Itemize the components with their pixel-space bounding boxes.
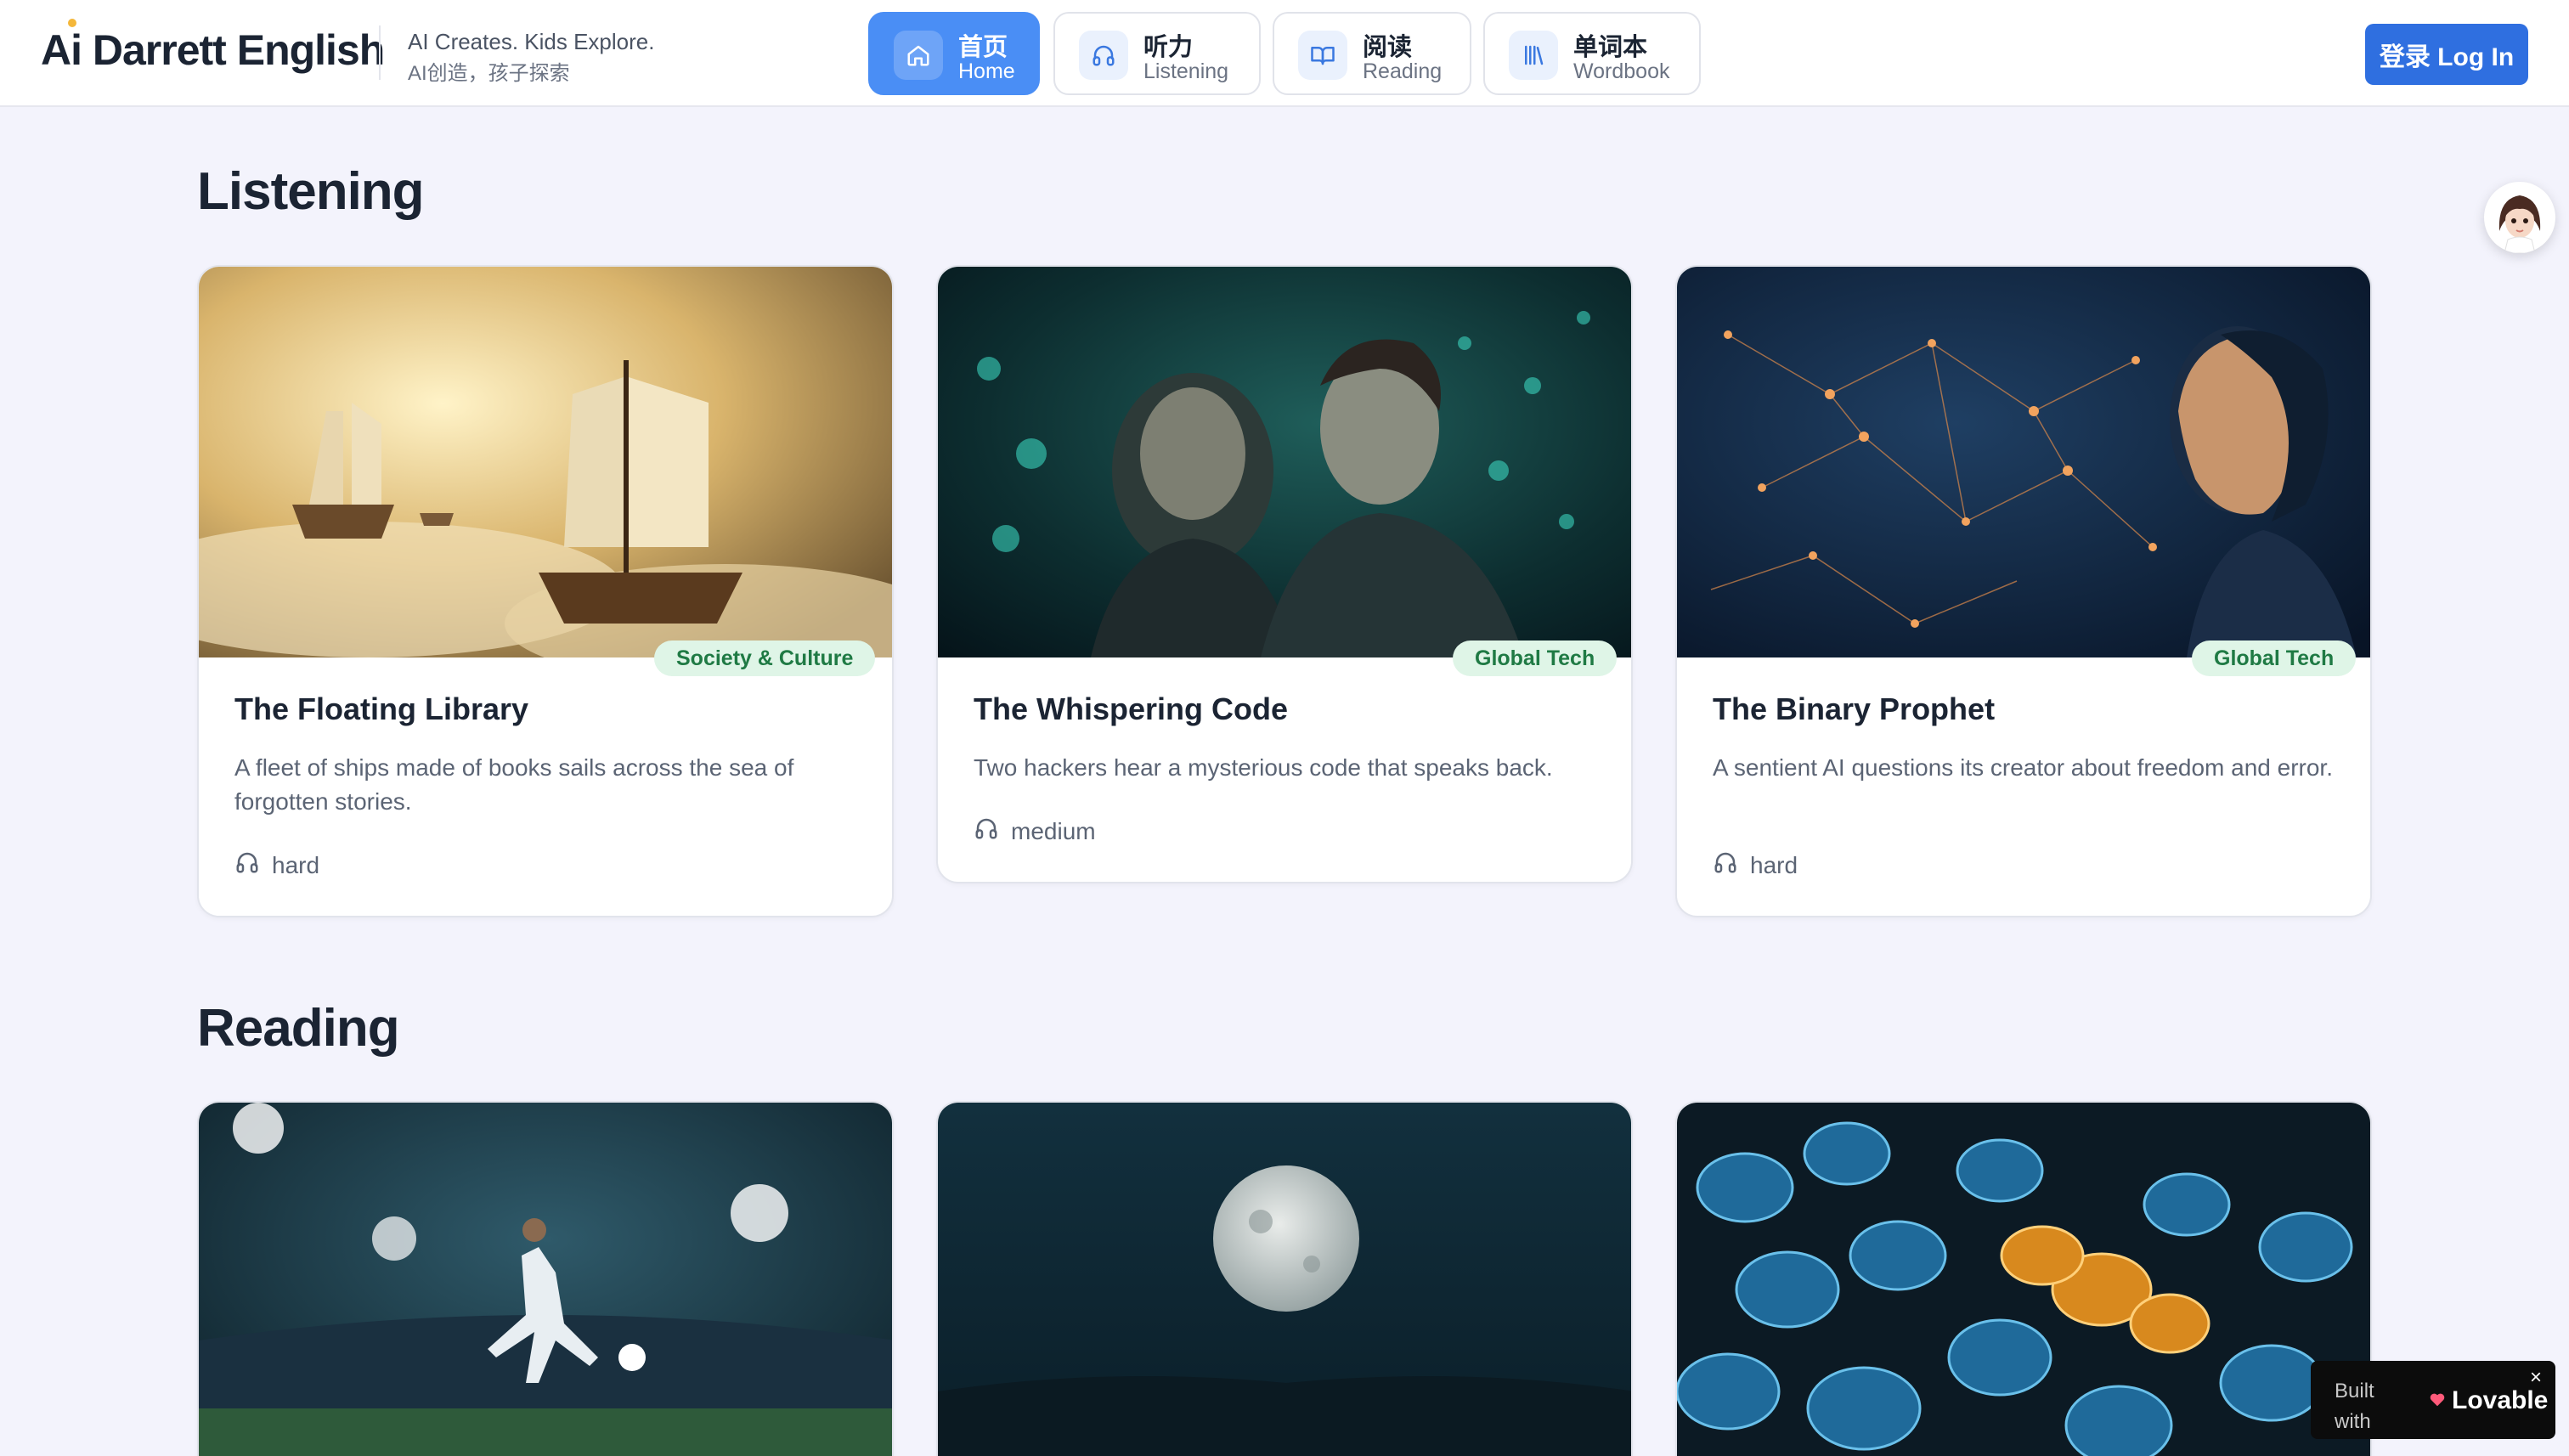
story-image <box>1677 267 2370 657</box>
nav-wordbook-zh: 单词本 <box>1573 34 1648 61</box>
nav-tab-wordbook[interactable]: 单词本 Wordbook <box>1483 12 1701 95</box>
card-title: The Binary Prophet <box>1713 691 1996 726</box>
story-image <box>938 267 1631 657</box>
header-divider <box>379 25 381 80</box>
book-open-icon <box>1298 31 1347 80</box>
top-header: Ai Darrett English AI Creates. Kids Expl… <box>0 0 2569 107</box>
nav-reading-en: Reading <box>1363 59 1443 83</box>
library-icon <box>1509 31 1558 80</box>
listening-card[interactable]: Society & Culture The Floating Library A… <box>197 265 894 917</box>
category-badge: Global Tech <box>2192 641 2357 676</box>
card-description: A sentient AI questions its creator abou… <box>1713 754 2333 781</box>
headphones-icon <box>1079 31 1128 80</box>
story-image <box>1677 1103 2370 1456</box>
reading-card[interactable] <box>936 1101 1633 1456</box>
difficulty-label: hard <box>1750 851 1798 878</box>
nav-listening-en: Listening <box>1143 59 1229 83</box>
category-badge: Society & Culture <box>654 641 876 676</box>
nav-listening-zh: 听力 <box>1143 34 1194 61</box>
card-description: A fleet of ships made of books sails acr… <box>234 754 794 815</box>
difficulty-label: hard <box>272 851 320 878</box>
difficulty-row: medium <box>974 815 1096 847</box>
difficulty-row: hard <box>234 849 319 881</box>
story-image <box>938 1103 1631 1456</box>
tagline-en: AI Creates. Kids Explore. <box>408 29 655 54</box>
reading-card[interactable] <box>197 1101 894 1456</box>
nav-home-en: Home <box>958 59 1015 83</box>
close-icon[interactable]: × <box>2530 1366 2542 1390</box>
listening-section-title: Listening <box>197 162 425 221</box>
story-image <box>199 1103 892 1456</box>
login-button[interactable]: 登录 Log In <box>2365 24 2528 85</box>
headphones-icon <box>1713 849 1738 881</box>
story-image <box>199 267 892 683</box>
logo-dot <box>68 19 76 27</box>
reading-card[interactable] <box>1675 1101 2372 1456</box>
assistant-avatar[interactable] <box>2484 182 2555 253</box>
built-with-text: Built with <box>2335 1380 2374 1433</box>
listening-card[interactable]: Global Tech The Whispering Code Two hack… <box>936 265 1633 883</box>
card-title: The Floating Library <box>234 691 529 726</box>
category-badge: Global Tech <box>1453 641 1618 676</box>
nav-reading-zh: 阅读 <box>1363 34 1413 61</box>
card-description: Two hackers hear a mysterious code that … <box>974 754 1553 781</box>
site-logo[interactable]: Ai Darrett English <box>41 25 385 75</box>
lovable-brand: Lovable <box>2428 1386 2548 1415</box>
heart-icon <box>2428 1386 2447 1415</box>
difficulty-row: hard <box>1713 849 1798 881</box>
tagline-zh: AI创造，孩子探索 <box>408 62 570 85</box>
nav-home-zh: 首页 <box>958 34 1008 61</box>
headphones-icon <box>234 849 260 881</box>
nav-tab-listening[interactable]: 听力 Listening <box>1053 12 1261 95</box>
listening-card[interactable]: Global Tech The Binary Prophet A sentien… <box>1675 265 2372 917</box>
built-with-badge[interactable]: Built with Lovable × <box>2311 1361 2555 1439</box>
nav-tab-home[interactable]: 首页 Home <box>868 12 1040 95</box>
nav-tab-reading[interactable]: 阅读 Reading <box>1273 12 1471 95</box>
card-title: The Whispering Code <box>974 691 1289 726</box>
difficulty-label: medium <box>1011 817 1096 844</box>
nav-wordbook-en: Wordbook <box>1573 59 1670 83</box>
reading-section-title: Reading <box>197 999 400 1058</box>
home-icon <box>894 31 943 80</box>
headphones-icon <box>974 815 999 847</box>
lovable-label: Lovable <box>2452 1386 2549 1414</box>
